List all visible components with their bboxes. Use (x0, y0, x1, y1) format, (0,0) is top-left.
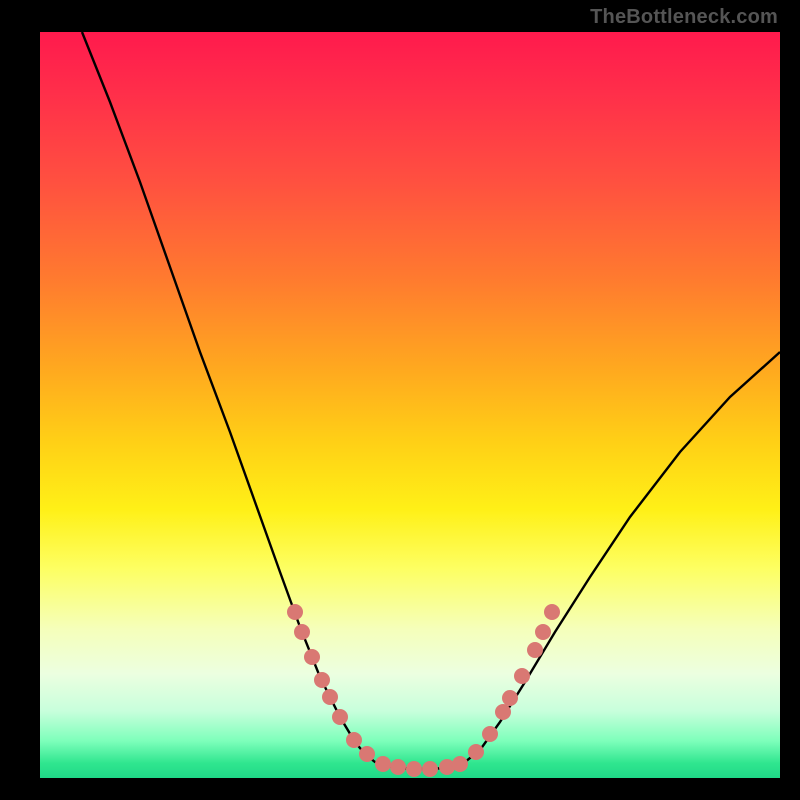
marker-dot (544, 604, 560, 620)
attribution-text: TheBottleneck.com (590, 6, 778, 29)
marker-dot (359, 746, 375, 762)
marker-dot (406, 761, 422, 777)
chart-frame (40, 32, 780, 778)
marker-dot (390, 759, 406, 775)
marker-dot (502, 690, 518, 706)
marker-dot (304, 649, 320, 665)
marker-dot (452, 756, 468, 772)
marker-dot (482, 726, 498, 742)
bottleneck-curve (40, 32, 780, 778)
curve-left-path (82, 32, 385, 766)
marker-dot (294, 624, 310, 640)
marker-dot (535, 624, 551, 640)
marker-dot (527, 642, 543, 658)
marker-dot (514, 668, 530, 684)
marker-dot (468, 744, 484, 760)
marker-dot (314, 672, 330, 688)
marker-dot (422, 761, 438, 777)
marker-dot (332, 709, 348, 725)
marker-dot (375, 756, 391, 772)
marker-dot (287, 604, 303, 620)
marker-dot (495, 704, 511, 720)
marker-dot (322, 689, 338, 705)
marker-dot (346, 732, 362, 748)
